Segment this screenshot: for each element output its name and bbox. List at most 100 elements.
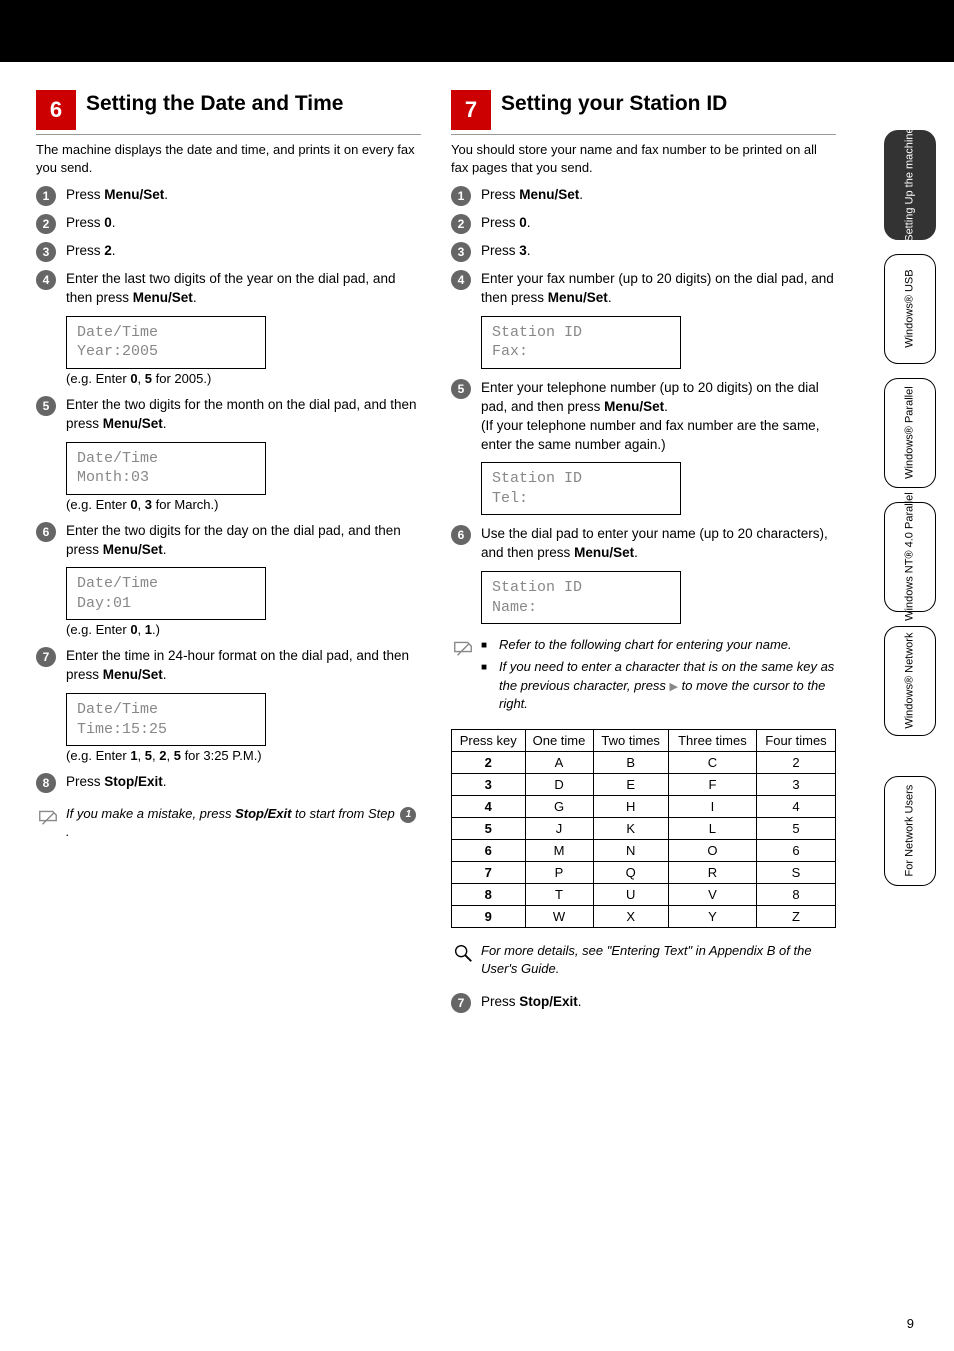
step-7-6: 6Use the dial pad to enter your name (up… [451,525,836,563]
table-cell: C [668,752,756,774]
tip-bullet-2: If you need to enter a character that is… [481,658,836,713]
table-cell: J [525,818,593,840]
table-cell: 7 [452,862,526,884]
table-cell: Y [668,906,756,928]
tab-setting-up[interactable]: Setting Up the machine [884,130,936,240]
section-7-intro: You should store your name and fax numbe… [451,141,836,176]
table-cell: S [756,862,835,884]
table-row: 5JKL5 [452,818,836,840]
step-7-1: 1 Press Menu/Set. [451,186,836,206]
lcd-display: Date/Time Time:15:25 [66,693,266,746]
step-text: Press 3. [481,242,836,261]
table-cell: 2 [452,752,526,774]
note-mistake: If you make a mistake, press Stop/Exit t… [36,805,421,841]
main-content: 6 Setting the Date and Time The machine … [36,90,836,1021]
table-header: Press key [452,730,526,752]
step-num-icon: 2 [451,214,471,234]
table-cell: 6 [756,840,835,862]
step-num-icon: 4 [451,270,471,290]
table-row: 7PQRS [452,862,836,884]
step-7-3: 3Press 3. [451,242,836,262]
step-6-3: 3Press 2. [36,242,421,262]
reference-note: For more details, see "Entering Text" in… [451,942,836,978]
pencil-note-icon [36,805,60,830]
table-cell: 8 [452,884,526,906]
table-cell: P [525,862,593,884]
table-cell: O [668,840,756,862]
table-cell: N [593,840,668,862]
table-cell: 8 [756,884,835,906]
section-6-heading: 6 Setting the Date and Time [36,90,421,135]
step-num-icon: 3 [36,242,56,262]
reference-note-text: For more details, see "Entering Text" in… [481,942,836,978]
table-cell: K [593,818,668,840]
table-cell: X [593,906,668,928]
page-number: 9 [907,1316,914,1331]
table-cell: 6 [452,840,526,862]
table-cell: A [525,752,593,774]
step-6-7: 7Enter the time in 24-hour format on the… [36,647,421,685]
step-text: Press Menu/Set. [66,186,421,205]
step-text: Enter the two digits for the month on th… [66,396,421,434]
step-6-1: 1 Press Menu/Set. [36,186,421,206]
step-text: Enter the two digits for the day on the … [66,522,421,560]
table-cell: V [668,884,756,906]
lcd-display: Date/Time Year:2005 [66,316,266,369]
step-num-icon: 6 [36,522,56,542]
table-cell: 2 [756,752,835,774]
table-header: Two times [593,730,668,752]
step-num-icon: 1 [36,186,56,206]
tip-note: Refer to the following chart for enterin… [451,636,836,717]
character-entry-table: Press keyOne timeTwo timesThree timesFou… [451,729,836,928]
section-7-number: 7 [451,90,491,130]
step-text: Enter your telephone number (up to 20 di… [481,379,836,455]
step-6-8: 8Press Stop/Exit. [36,773,421,793]
table-cell: 3 [756,774,835,796]
top-black-bar [0,0,954,62]
tab-windows-nt4-parallel[interactable]: Windows NT® 4.0 Parallel [884,502,936,612]
tab-windows-parallel[interactable]: Windows® Parallel [884,378,936,488]
table-cell: H [593,796,668,818]
right-column: 7 Setting your Station ID You should sto… [451,90,836,1021]
step-text: Press Menu/Set. [481,186,836,205]
step-6-6: 6 Enter the two digits for the day on the… [36,522,421,560]
step-text: Enter the time in 24-hour format on the … [66,647,421,685]
step-num-icon: 4 [36,270,56,290]
table-cell: E [593,774,668,796]
step-text: Enter the last two digits of the year on… [66,270,421,308]
table-cell: F [668,774,756,796]
tab-network-users[interactable]: For Network Users [884,776,936,886]
table-cell: 4 [756,796,835,818]
tab-windows-usb[interactable]: Windows® USB [884,254,936,364]
table-cell: T [525,884,593,906]
table-cell: 3 [452,774,526,796]
table-row: 4GHI4 [452,796,836,818]
step-7-5: 5Enter your telephone number (up to 20 d… [451,379,836,455]
table-cell: 4 [452,796,526,818]
lcd-display: Date/Time Day:01 [66,567,266,620]
step-6-5: 5Enter the two digits for the month on t… [36,396,421,434]
left-column: 6 Setting the Date and Time The machine … [36,90,421,1021]
table-cell: G [525,796,593,818]
table-row: 8TUV8 [452,884,836,906]
table-cell: W [525,906,593,928]
tip-note-body: Refer to the following chart for enterin… [481,636,836,717]
example-text: (e.g. Enter 0, 3 for March.) [66,497,421,512]
table-cell: R [668,862,756,884]
lcd-display: Station ID Name: [481,571,681,624]
table-cell: 5 [452,818,526,840]
side-tabs: Setting Up the machine Windows® USB Wind… [884,130,936,900]
section-6-title: Setting the Date and Time [86,90,344,115]
table-cell: 5 [756,818,835,840]
step-num-icon: 2 [36,214,56,234]
table-row: 9WXYZ [452,906,836,928]
table-header: Four times [756,730,835,752]
table-cell: L [668,818,756,840]
step-6-4: 4 Enter the last two digits of the year o… [36,270,421,308]
step-text: Press Stop/Exit. [66,773,421,792]
lcd-display: Station ID Tel: [481,462,681,515]
step-num-icon: 1 [451,186,471,206]
pencil-note-icon [451,636,475,661]
table-cell: M [525,840,593,862]
tab-windows-network[interactable]: Windows® Network [884,626,936,736]
